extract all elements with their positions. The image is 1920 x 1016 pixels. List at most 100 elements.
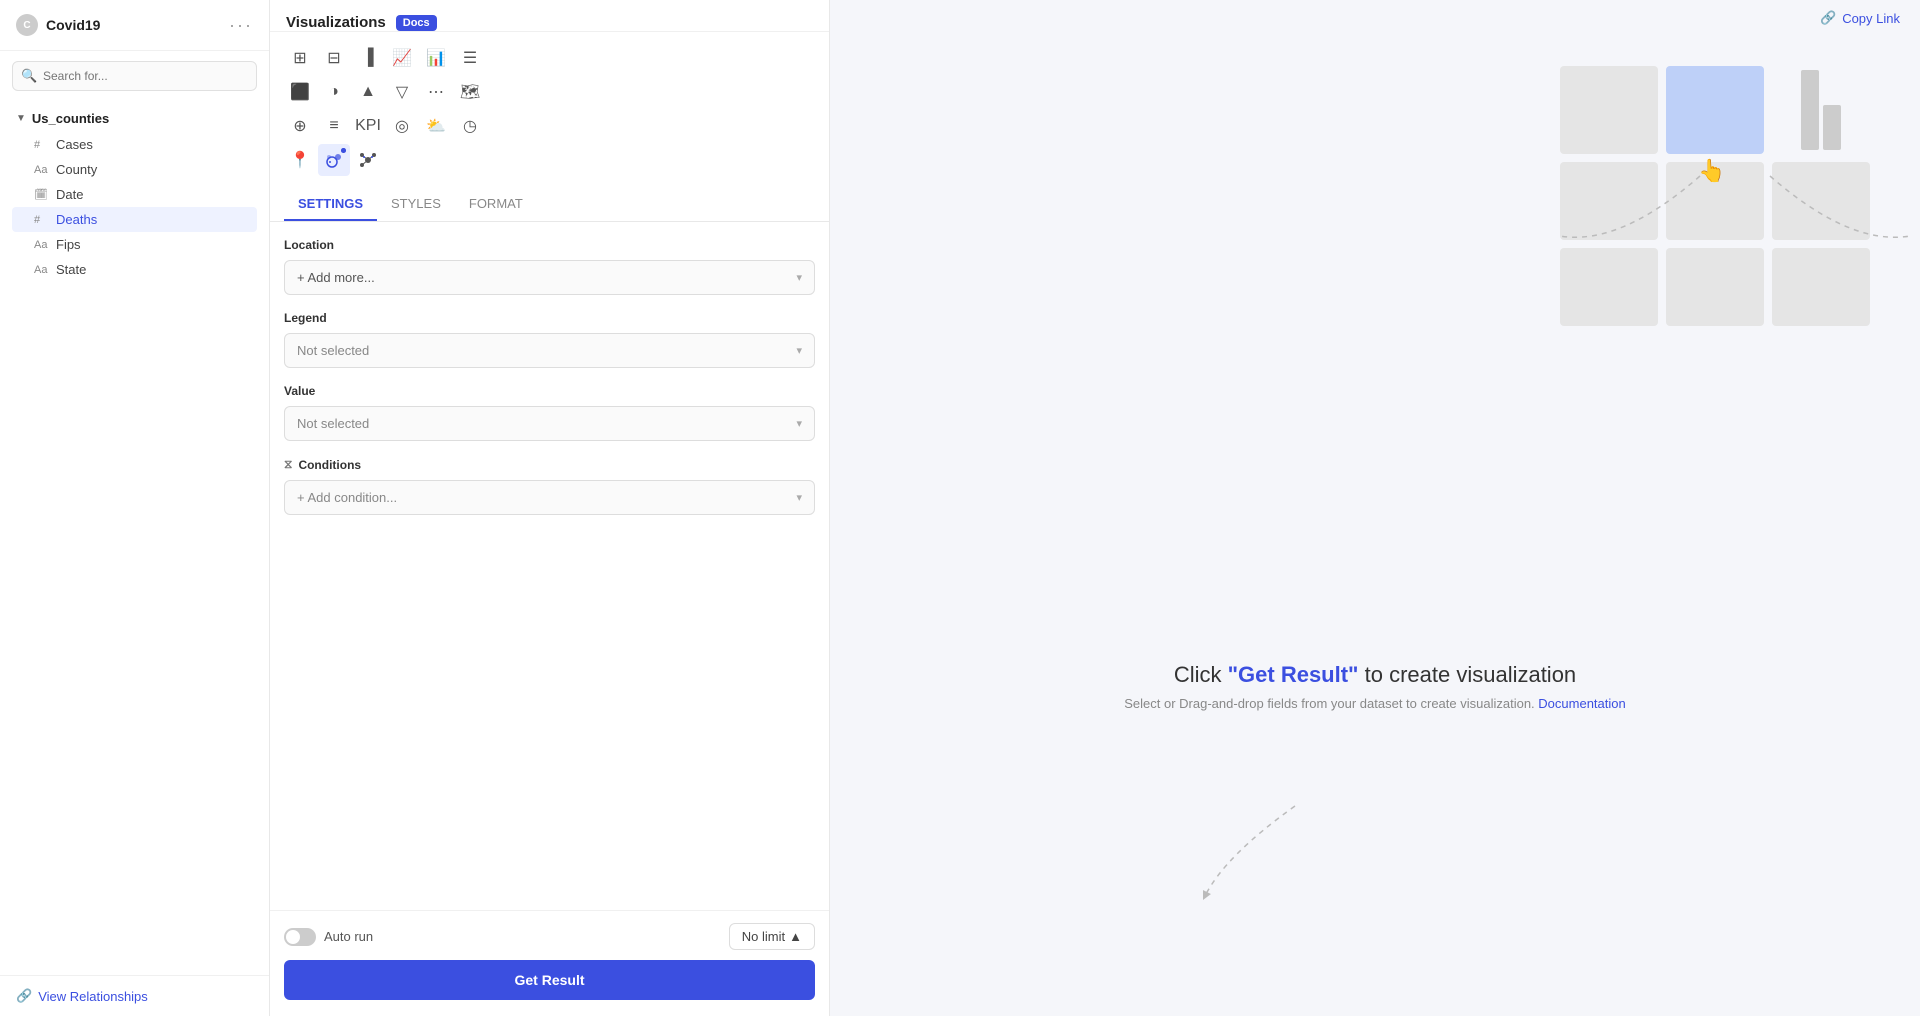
app-title: Covid19 xyxy=(46,17,100,33)
copy-link-button[interactable]: 🔗 Copy Link xyxy=(1820,10,1900,26)
center-suffix: to create visualization xyxy=(1359,662,1577,687)
add-more-label: + Add more... xyxy=(297,270,375,285)
area-viz-button[interactable]: ⛅ xyxy=(420,110,452,142)
sidebar-item-deaths[interactable]: # Deaths xyxy=(12,207,257,232)
no-limit-label: No limit xyxy=(742,929,785,944)
settings-tabs: SETTINGS STYLES FORMAT xyxy=(270,188,829,222)
map-viz-button[interactable]: 🗺 xyxy=(454,76,486,108)
sidebar-header: C Covid19 ··· xyxy=(0,0,269,51)
column-viz-button[interactable]: 📊 xyxy=(420,42,452,74)
pivot-viz-button[interactable]: ⊟ xyxy=(318,42,350,74)
search-input[interactable] xyxy=(12,61,257,91)
dashed-arc-left xyxy=(1520,146,1740,266)
legend-section: Legend Not selected ▾ xyxy=(284,311,815,368)
pin-map-viz-button[interactable]: 📍 xyxy=(284,144,316,176)
tab-settings[interactable]: SETTINGS xyxy=(284,188,377,221)
panel-header: Visualizations Docs xyxy=(270,0,829,32)
conditions-dropdown[interactable]: + Add condition... ▾ xyxy=(284,480,815,515)
sidebar-item-fips[interactable]: Aa Fips xyxy=(12,232,257,257)
value-label: Value xyxy=(284,384,815,398)
value-dropdown[interactable]: Not selected ▾ xyxy=(284,406,815,441)
documentation-link[interactable]: Documentation xyxy=(1538,696,1625,711)
viz-toolbar: ⊞ ⊟ ▐ 📈 📊 ☰ ⬛ ◑ ▲ ▽ ⋯ 🗺 ⊕ ≡ KPI ◎ ⛅ ◷ 📍 xyxy=(270,32,829,182)
preview-container: 👆 xyxy=(1560,66,1870,326)
number-icon: # xyxy=(34,214,48,226)
mixed-chart-viz-button[interactable]: ⊕ xyxy=(284,110,316,142)
sidebar-item-county[interactable]: Aa County xyxy=(12,157,257,182)
location-label: Location xyxy=(284,238,815,252)
center-highlight: "Get Result" xyxy=(1228,662,1359,687)
text-icon: Aa xyxy=(34,164,48,176)
text-icon: Aa xyxy=(34,239,48,251)
center-message-heading: Click "Get Result" to create visualizati… xyxy=(1124,662,1626,688)
sidebar-item-cases[interactable]: # Cases xyxy=(12,132,257,157)
sub-message-text: Select or Drag-and-drop fields from your… xyxy=(1124,696,1534,711)
panel-footer: Auto run No limit ▲ Get Result xyxy=(270,910,829,1016)
top-bar: 🔗 Copy Link xyxy=(830,0,1920,36)
bar-viz-button[interactable]: ▐ xyxy=(352,42,384,74)
sidebar-item-date[interactable]: 🗓 Date xyxy=(12,182,257,207)
bubble-map-viz-button[interactable] xyxy=(318,144,350,176)
no-limit-button[interactable]: No limit ▲ xyxy=(729,923,815,950)
docs-badge[interactable]: Docs xyxy=(396,15,437,31)
pyramid-viz-button[interactable]: ▲ xyxy=(352,76,384,108)
sidebar-item-label: Cases xyxy=(56,137,93,152)
toggle-switch[interactable] xyxy=(284,928,316,946)
center-sub-message: Select or Drag-and-drop fields from your… xyxy=(1124,696,1626,711)
get-result-button[interactable]: Get Result xyxy=(284,960,815,1000)
view-relationships-label: View Relationships xyxy=(38,989,148,1004)
tree-section: ▼ Us_counties # Cases Aa County 🗓 Date #… xyxy=(0,101,269,288)
number-icon: # xyxy=(34,139,48,151)
sidebar-item-state[interactable]: Aa State xyxy=(12,257,257,282)
table-viz-button[interactable]: ⊞ xyxy=(284,42,316,74)
sidebar: C Covid19 ··· 🔍 ▼ Us_counties # Cases Aa… xyxy=(0,0,270,1016)
dataset-group: ▼ Us_counties # Cases Aa County 🗓 Date #… xyxy=(12,105,257,282)
tab-format[interactable]: FORMAT xyxy=(455,188,537,221)
center-message: Click "Get Result" to create visualizati… xyxy=(1124,662,1626,711)
conditions-label: ⧖ Conditions xyxy=(284,457,815,472)
pie-viz-button[interactable]: ◑ xyxy=(318,76,350,108)
sidebar-footer: 🔗 View Relationships xyxy=(0,975,269,1016)
chevron-down-icon: ▼ xyxy=(16,113,26,124)
tab-styles[interactable]: STYLES xyxy=(377,188,455,221)
dataset-group-label[interactable]: ▼ Us_counties xyxy=(12,105,257,132)
stacked-bar-viz-button[interactable]: ⬛ xyxy=(284,76,316,108)
view-relationships-button[interactable]: 🔗 View Relationships xyxy=(16,988,253,1004)
text-icon: Aa xyxy=(34,264,48,276)
conditions-section: ⧖ Conditions + Add condition... ▾ xyxy=(284,457,815,515)
search-box: 🔍 xyxy=(12,61,257,91)
bottom-dashed-arrow xyxy=(1195,796,1395,916)
chevron-down-icon: ▾ xyxy=(796,271,802,284)
network-viz-button[interactable] xyxy=(352,144,384,176)
kpi-viz-button[interactable]: KPI xyxy=(352,110,384,142)
sidebar-item-label: Fips xyxy=(56,237,81,252)
more-menu-button[interactable]: ··· xyxy=(229,15,253,36)
scatter-viz-button[interactable]: ⋯ xyxy=(420,76,452,108)
line-viz-button[interactable]: 📈 xyxy=(386,42,418,74)
relationship-icon: 🔗 xyxy=(16,988,32,1004)
link-icon: 🔗 xyxy=(1820,10,1836,26)
bar xyxy=(1823,105,1841,150)
calendar-icon: 🗓 xyxy=(34,188,48,201)
sidebar-item-label: State xyxy=(56,262,86,277)
speed-viz-button[interactable]: ◷ xyxy=(454,110,486,142)
funnel-viz-button[interactable]: ▽ xyxy=(386,76,418,108)
chevron-up-icon: ▲ xyxy=(789,929,802,944)
auto-run-toggle[interactable]: Auto run xyxy=(284,928,373,946)
location-dropdown[interactable]: + Add more... ▾ xyxy=(284,260,815,295)
center-prefix: Click xyxy=(1174,662,1228,687)
toggle-thumb xyxy=(286,930,300,944)
sidebar-title: C Covid19 xyxy=(16,14,100,36)
main-canvas: 🔗 Copy Link 👆 xyxy=(830,0,1920,1016)
preview-cell-highlight xyxy=(1666,66,1764,154)
footer-row: Auto run No limit ▲ xyxy=(284,923,815,950)
legend-dropdown[interactable]: Not selected ▾ xyxy=(284,333,815,368)
bar-chart-cell xyxy=(1772,66,1870,154)
location-section: Location + Add more... ▾ xyxy=(284,238,815,295)
horizontal-bar-viz-button[interactable]: ☰ xyxy=(454,42,486,74)
ranked-list-viz-button[interactable]: ≡ xyxy=(318,110,350,142)
sidebar-item-label: Date xyxy=(56,187,83,202)
gauge-viz-button[interactable]: ◎ xyxy=(386,110,418,142)
chevron-down-icon: ▾ xyxy=(796,417,802,430)
auto-run-label: Auto run xyxy=(324,929,373,944)
